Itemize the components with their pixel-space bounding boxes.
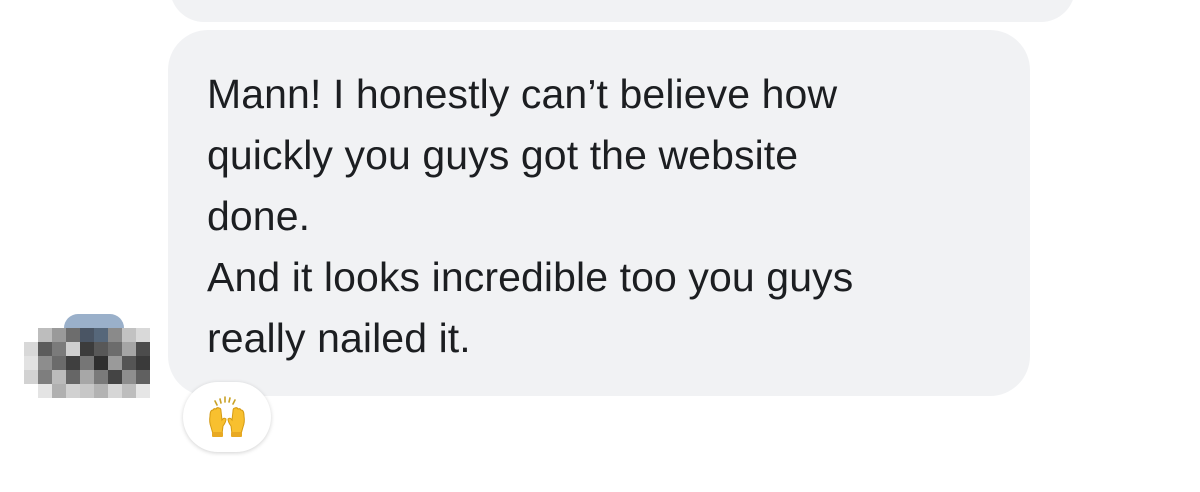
raising-hands-icon bbox=[204, 396, 250, 438]
message-paragraph: And it looks incredible too you guys rea… bbox=[207, 254, 854, 361]
message-paragraph: Mann! I honestly can’t believe how quick… bbox=[207, 71, 838, 239]
reaction-badge[interactable] bbox=[183, 382, 271, 452]
chat-thread: Mann! I honestly can’t believe how quick… bbox=[0, 0, 1200, 492]
message-bubble[interactable]: Mann! I honestly can’t believe how quick… bbox=[168, 30, 1030, 396]
blurred-avatar-icon[interactable] bbox=[24, 300, 160, 412]
previous-message-bubble[interactable] bbox=[170, 0, 1075, 22]
